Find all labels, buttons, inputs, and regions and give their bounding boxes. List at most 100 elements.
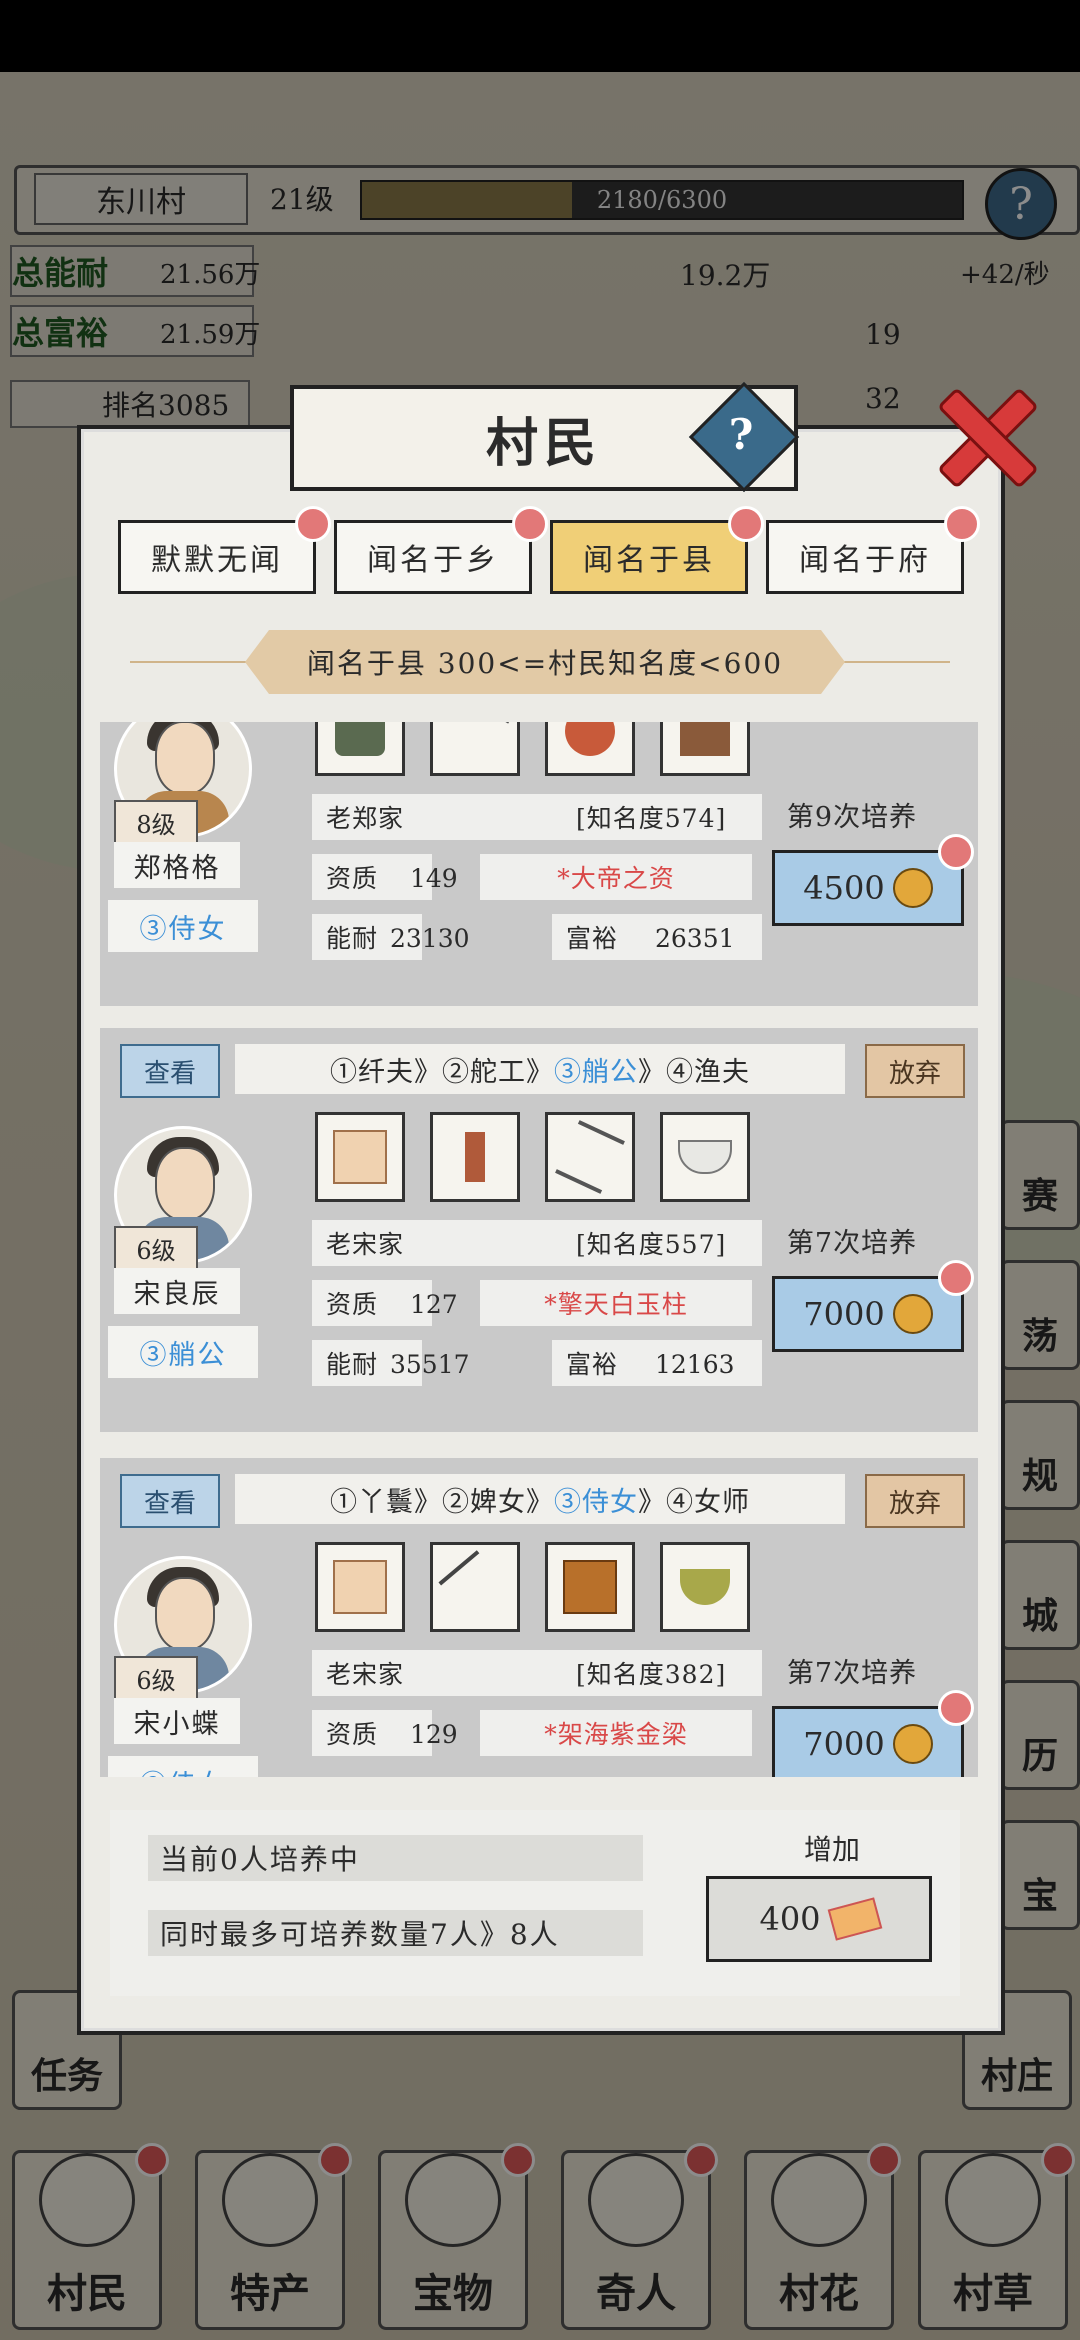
- aptitude-title: *大帝之资: [480, 854, 752, 900]
- tab-obscure[interactable]: 默默无闻: [118, 520, 316, 594]
- add-label: 增加: [803, 1833, 860, 1866]
- fame-value: [知名度574]: [562, 794, 762, 840]
- role-path: 查看 ①纤夫》 ②舵工》 ③艄公》 ④渔夫 放弃: [120, 1044, 965, 1098]
- hoe-icon: [438, 1550, 512, 1624]
- aptitude-value: 129: [410, 1720, 458, 1749]
- arrow-icon: 》: [414, 1056, 442, 1088]
- current-role: ③侍女: [108, 900, 258, 952]
- notification-dot: [512, 506, 548, 542]
- equipment-slot[interactable]: [545, 722, 635, 776]
- family-name: 老宋家: [312, 1220, 562, 1266]
- notification-dot: [944, 506, 980, 542]
- banner-line-right: [840, 661, 950, 663]
- give-up-button[interactable]: 放弃: [865, 1044, 965, 1098]
- villager-card: 查看 放弃 8级 郑格格 ③侍女 老郑家 [知名度574] 资质 149 *大帝…: [100, 722, 978, 1006]
- tab-known-in-township[interactable]: 闻名于乡: [334, 520, 532, 594]
- role-step-1: ①纤夫: [330, 1056, 414, 1088]
- close-icon[interactable]: [928, 380, 1038, 490]
- role-step-2: ②舵工: [442, 1056, 526, 1088]
- wealth-value: 12163: [655, 1350, 735, 1379]
- equipment-slot[interactable]: [430, 1542, 520, 1632]
- cabinet-icon: [563, 1560, 617, 1614]
- status-bar: [0, 0, 1080, 72]
- level-badge: 6级: [114, 1226, 198, 1270]
- tool-icon: [465, 1132, 485, 1182]
- equipment-slot[interactable]: [430, 1112, 520, 1202]
- wealth-value: 26351: [655, 924, 735, 953]
- family-name: 老郑家: [312, 794, 562, 840]
- villager-name: 宋小蝶: [114, 1698, 240, 1744]
- add-capacity-button[interactable]: 400: [706, 1876, 932, 1962]
- notification-dot: [938, 834, 974, 870]
- arrow-icon: 》: [526, 1056, 554, 1088]
- aptitude-title: *架海紫金梁: [480, 1710, 752, 1756]
- tab-known-in-prefecture[interactable]: 闻名于府: [766, 520, 964, 594]
- question-mark-icon: ?: [728, 409, 754, 459]
- equipment-slot[interactable]: [660, 1112, 750, 1202]
- villager-name: 郑格格: [114, 842, 240, 888]
- current-role: ③艄公: [108, 1326, 258, 1378]
- cultivate-count: 第7次培养: [786, 1657, 918, 1689]
- item-icon: [565, 722, 615, 756]
- fame-range-banner: 闻名于县 300<=村民知名度<600: [245, 630, 845, 694]
- equipment-slot[interactable]: [315, 1542, 405, 1632]
- equipment-slot[interactable]: [315, 722, 405, 776]
- notification-dot: [295, 506, 331, 542]
- arrow-icon: 》: [526, 1486, 554, 1518]
- arrow-icon: 》: [638, 1056, 666, 1088]
- level-badge: 8级: [114, 800, 198, 844]
- notification-dot: [938, 1260, 974, 1296]
- horse-icon: [680, 722, 730, 756]
- role-path: 查看 ①丫鬟》 ②婢女》 ③侍女》 ④女师 放弃: [120, 1474, 965, 1528]
- arrow-icon: 》: [414, 1486, 442, 1518]
- role-progression: ①纤夫》 ②舵工》 ③艄公》 ④渔夫: [235, 1044, 845, 1094]
- equipment-slot[interactable]: [315, 1112, 405, 1202]
- tab-known-in-county[interactable]: 闻名于县: [550, 520, 748, 594]
- fame-value: [知名度382]: [562, 1650, 762, 1696]
- role-progression: ①丫鬟》 ②婢女》 ③侍女》 ④女师: [235, 1474, 845, 1524]
- armor-icon: [335, 722, 385, 756]
- equipment-slot[interactable]: [430, 722, 520, 776]
- equipment-slot[interactable]: [660, 722, 750, 776]
- tool-icon: [439, 722, 511, 767]
- notification-dot: [728, 506, 764, 542]
- cloth-icon: [333, 1130, 387, 1184]
- cultivate-button[interactable]: 7000: [772, 1706, 964, 1777]
- current-training: 当前0人培养中: [148, 1835, 643, 1881]
- view-button[interactable]: 查看: [120, 1044, 220, 1098]
- aptitude-value: 149: [410, 864, 458, 893]
- max-training: 同时最多可培养数量7人》8人: [148, 1910, 643, 1956]
- current-role: ③侍女: [108, 1756, 258, 1777]
- equipment-slot[interactable]: [660, 1542, 750, 1632]
- basket-icon: [680, 1569, 730, 1605]
- spear-icon: [555, 1120, 625, 1194]
- equipment-slot[interactable]: [545, 1112, 635, 1202]
- equipment-slot[interactable]: [545, 1542, 635, 1632]
- level-badge: 6级: [114, 1656, 198, 1700]
- family-name: 老宋家: [312, 1650, 562, 1696]
- coin-icon: [892, 868, 933, 908]
- cultivate-cost: 7000: [803, 1295, 885, 1333]
- villager-card: 查看 ①纤夫》 ②舵工》 ③艄公》 ④渔夫 放弃 6级 宋良辰 ③艄公 老宋家 [知名…: [100, 1028, 978, 1432]
- banner-line-left: [130, 661, 250, 663]
- role-step-2: ②婢女: [442, 1486, 526, 1518]
- training-footer: 当前0人培养中 同时最多可培养数量7人》8人 增加 400: [110, 1810, 960, 1996]
- cultivate-button[interactable]: 7000: [772, 1276, 964, 1352]
- ticket-icon: [827, 1897, 882, 1941]
- cultivate-button[interactable]: 4500: [772, 850, 964, 926]
- bowl-icon: [678, 1140, 732, 1174]
- coin-icon: [892, 1724, 933, 1764]
- role-step-3: ③艄公: [554, 1056, 638, 1088]
- ability-value: 35517: [390, 1350, 470, 1379]
- villager-card: 查看 ①丫鬟》②婢女》③侍女》④女师 放弃 6级 宋小蝶 ③侍女 老宋家 [知名…: [100, 1458, 978, 1777]
- role-step-4: ④渔夫: [666, 1056, 750, 1088]
- role-step-4: ④女师: [666, 1486, 750, 1518]
- role-step-1: ①丫鬟: [330, 1486, 414, 1518]
- role-step-3: ③侍女: [554, 1486, 638, 1518]
- villager-name: 宋良辰: [114, 1268, 240, 1314]
- cultivate-cost: 7000: [803, 1725, 885, 1763]
- notification-dot: [938, 1690, 974, 1726]
- villager-list[interactable]: 查看 放弃 8级 郑格格 ③侍女 老郑家 [知名度574] 资质 149 *大帝…: [100, 722, 980, 1777]
- give-up-button[interactable]: 放弃: [865, 1474, 965, 1528]
- view-button[interactable]: 查看: [120, 1474, 220, 1528]
